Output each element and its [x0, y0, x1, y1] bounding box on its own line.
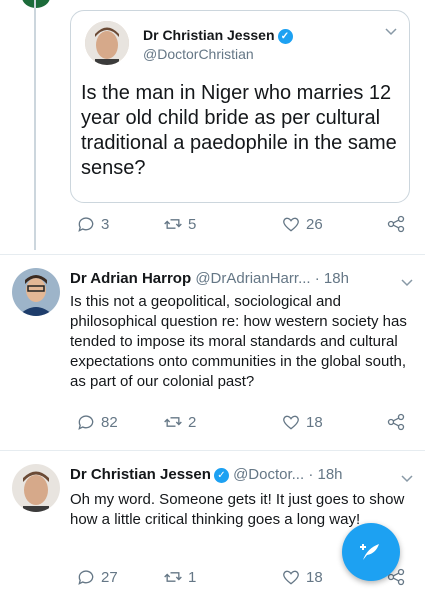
chevron-down-icon[interactable]	[401, 472, 413, 486]
avatar	[85, 21, 129, 65]
reply-count: 27	[101, 568, 118, 586]
retweet-count: 2	[188, 413, 197, 431]
divider	[0, 254, 425, 255]
retweet-icon	[164, 417, 182, 427]
retweet-icon	[164, 572, 182, 582]
retweet-button[interactable]: 2	[163, 412, 196, 432]
retweet-count: 5	[188, 215, 197, 233]
retweet-button[interactable]: 1	[163, 567, 196, 587]
thread-line	[34, 0, 36, 250]
share-icon	[387, 215, 405, 233]
avatar[interactable]	[12, 268, 60, 316]
quoted-author-name: Dr Christian Jessen ✓	[143, 27, 293, 44]
author-handle[interactable]: @Doctor...	[233, 466, 304, 483]
reply-button[interactable]: 27	[76, 567, 118, 587]
quoted-tweet-card[interactable]: Dr Christian Jessen ✓ @DoctorChristian Is…	[70, 10, 410, 203]
chevron-down-icon[interactable]	[385, 25, 397, 39]
tweet-header: Dr Christian Jessen ✓ @Doctor... · 18h	[70, 466, 343, 483]
like-count: 18	[306, 413, 323, 431]
quoted-tweet-text: Is the man in Niger who marries 12 year …	[81, 82, 397, 179]
like-icon	[283, 217, 299, 232]
like-button[interactable]: 18	[281, 412, 323, 432]
share-button[interactable]	[386, 214, 406, 234]
divider	[0, 450, 425, 451]
reply-icon	[78, 415, 94, 430]
like-count: 18	[306, 568, 323, 586]
like-button[interactable]: 18	[281, 567, 323, 587]
share-button[interactable]	[386, 412, 406, 432]
reply-icon	[78, 217, 94, 232]
reply-button[interactable]: 82	[76, 412, 118, 432]
like-icon	[283, 570, 299, 585]
reply-button[interactable]: 3	[76, 214, 109, 234]
compose-button[interactable]	[342, 523, 400, 581]
timestamp[interactable]: · 18h	[315, 270, 349, 287]
tweet-action-bar: 3 5 26	[66, 214, 411, 236]
timestamp[interactable]: · 18h	[308, 466, 342, 483]
retweet-icon	[164, 219, 182, 229]
compose-icon	[360, 544, 379, 560]
verified-icon: ✓	[213, 467, 229, 483]
tweet-action-bar: 82 2 18	[66, 412, 411, 434]
verified-icon: ✓	[277, 28, 293, 44]
like-count: 26	[306, 215, 323, 233]
like-icon	[283, 415, 299, 430]
reply-count: 82	[101, 413, 118, 431]
quoted-author-handle: @DoctorChristian	[143, 46, 254, 62]
author-name[interactable]: Dr Christian Jessen	[70, 466, 211, 483]
avatar[interactable]	[12, 464, 60, 512]
share-icon	[387, 413, 405, 431]
previous-avatar-edge	[22, 0, 50, 8]
chevron-down-icon[interactable]	[401, 276, 413, 290]
reply-count: 3	[101, 215, 110, 233]
like-button[interactable]: 26	[281, 214, 323, 234]
author-name[interactable]: Dr Adrian Harrop	[70, 270, 191, 287]
author-handle[interactable]: @DrAdrianHarr...	[195, 270, 310, 287]
retweet-count: 1	[188, 568, 197, 586]
retweet-button[interactable]: 5	[163, 214, 196, 234]
tweet-text: Is this not a geopolitical, sociological…	[70, 293, 407, 390]
reply-icon	[78, 570, 94, 585]
tweet-text: Oh my word. Someone gets it! It just goe…	[70, 491, 405, 528]
tweet-header: Dr Adrian Harrop @DrAdrianHarr... · 18h	[70, 270, 349, 287]
